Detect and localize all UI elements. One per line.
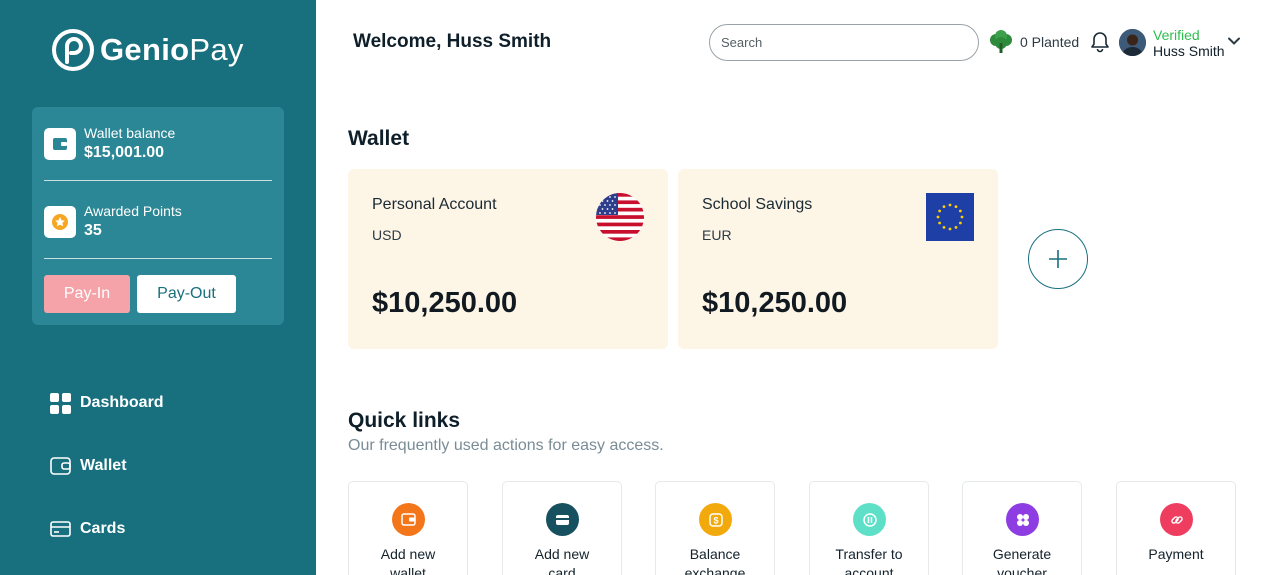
account-currency: EUR	[702, 227, 732, 243]
app: GenioPay Wallet balance $15,001.00 Award…	[0, 0, 1280, 575]
divider	[44, 258, 272, 259]
divider	[44, 180, 272, 181]
logo-mark-icon	[52, 29, 94, 71]
grid-icon	[49, 392, 71, 414]
wallet-icon	[49, 455, 71, 477]
quick-link-label: Transfer to account	[835, 546, 903, 575]
dollar-icon: $	[699, 503, 732, 536]
quick-link-label: Balance exchange	[684, 546, 746, 575]
wallet-icon	[392, 503, 425, 536]
plus-icon	[1049, 250, 1067, 268]
wallet-icon	[44, 128, 76, 160]
sidebar-item-wallet[interactable]: Wallet	[49, 455, 127, 477]
wallet-card-school[interactable]: School Savings EUR $10,250.00	[678, 169, 998, 349]
account-amount: $10,250.00	[372, 287, 518, 319]
avatar[interactable]	[1119, 29, 1146, 56]
balance-panel: Wallet balance $15,001.00 Awarded Points…	[32, 107, 284, 325]
search-input[interactable]	[709, 24, 979, 61]
sidebar-item-dashboard[interactable]: Dashboard	[49, 392, 164, 414]
voucher-icon	[1006, 503, 1039, 536]
quick-link-transfer[interactable]: Transfer to account	[809, 481, 929, 575]
sidebar-item-label: Wallet	[80, 457, 127, 474]
points-value: 35	[84, 222, 102, 239]
quick-link-balance-exchange[interactable]: $ Balance exchange	[655, 481, 775, 575]
quick-links-subtitle: Our frequently used actions for easy acc…	[348, 437, 664, 454]
account-amount: $10,250.00	[702, 287, 848, 319]
quick-link-add-wallet[interactable]: Add new wallet	[348, 481, 468, 575]
link-icon	[1160, 503, 1193, 536]
tree-icon	[990, 30, 1012, 53]
verified-status: Verified	[1153, 27, 1200, 43]
sidebar-item-cards[interactable]: Cards	[49, 518, 125, 540]
eu-flag-icon	[926, 193, 974, 241]
transfer-icon	[853, 503, 886, 536]
quick-link-label: Generate voucher	[992, 546, 1052, 575]
wallet-balance-row: Wallet balance $15,001.00	[44, 124, 175, 164]
quick-link-label: Add new card	[534, 546, 590, 575]
chevron-down-icon[interactable]	[1227, 34, 1241, 48]
sidebar-item-label: Cards	[80, 520, 126, 537]
quick-link-add-card[interactable]: Add new card	[502, 481, 622, 575]
quick-link-payment[interactable]: Payment	[1116, 481, 1236, 575]
svg-text:$: $	[713, 515, 718, 525]
account-name: School Savings	[702, 196, 813, 213]
planted-count: 0 Planted	[1020, 34, 1080, 50]
quick-link-label: Add new wallet	[380, 546, 436, 575]
add-wallet-button[interactable]	[1028, 229, 1088, 289]
pay-in-button[interactable]: Pay-In	[44, 275, 130, 313]
brand-name: GenioPay	[100, 32, 244, 67]
wallet-section-title: Wallet	[348, 127, 410, 150]
quick-link-generate-voucher[interactable]: Generate voucher	[962, 481, 1082, 575]
sidebar: GenioPay Wallet balance $15,001.00 Award…	[0, 0, 316, 575]
sidebar-item-label: Dashboard	[80, 394, 164, 411]
quick-links-title: Quick links	[348, 409, 461, 432]
page-title: Welcome, Huss Smith	[353, 31, 552, 52]
star-badge-icon	[44, 206, 76, 238]
pay-out-button[interactable]: Pay-Out	[137, 275, 236, 313]
card-icon	[49, 518, 71, 540]
planted-indicator[interactable]: 0 Planted	[988, 30, 1079, 54]
bell-icon[interactable]	[1089, 31, 1111, 53]
wallet-card-personal[interactable]: Personal Account USD $10,250.00	[348, 169, 668, 349]
account-name: Personal Account	[372, 196, 497, 213]
quick-link-label: Payment	[1148, 546, 1204, 562]
us-flag-icon	[596, 193, 644, 241]
points-label: Awarded Points	[84, 203, 182, 219]
logo[interactable]: GenioPay	[52, 29, 244, 71]
account-currency: USD	[372, 227, 402, 243]
user-name: Huss Smith	[1153, 43, 1225, 59]
user-menu[interactable]: Verified Huss Smith	[1153, 27, 1225, 59]
wallet-balance-value: $15,001.00	[84, 144, 165, 161]
points-row: Awarded Points 35	[44, 202, 182, 242]
card-icon	[546, 503, 579, 536]
wallet-balance-label: Wallet balance	[84, 125, 176, 141]
